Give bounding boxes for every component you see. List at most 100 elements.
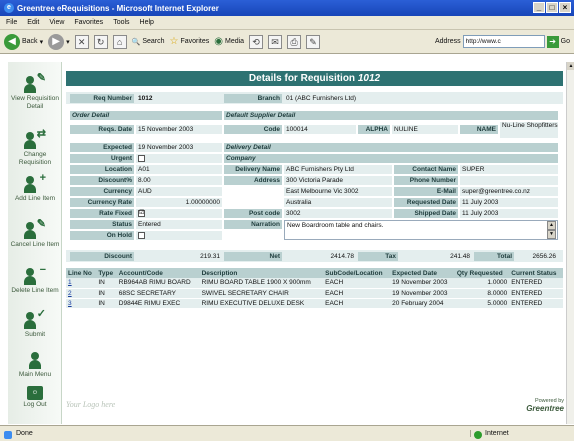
contact-name-value: SUPER xyxy=(460,165,558,174)
greentree-brand: Greentree xyxy=(526,404,564,413)
forward-button[interactable]: ▶ ▾ xyxy=(48,33,70,50)
table-cell: 68SC SECRETARY xyxy=(116,288,200,299)
table-cell: 1.0000 xyxy=(454,278,510,289)
table-cell: D9844E RIMU EXEC xyxy=(116,298,200,309)
your-logo-placeholder: Your Logo here xyxy=(66,400,116,409)
vertical-scrollbar[interactable]: ▲ xyxy=(566,62,574,424)
table-cell: 8.0000 xyxy=(454,288,510,299)
back-button[interactable]: ◀ Back ▾ xyxy=(4,33,43,50)
maximize-button[interactable]: □ xyxy=(546,2,558,13)
on-hold-value xyxy=(136,231,222,240)
menu-bar: File Edit View Favorites Tools Help xyxy=(0,16,574,30)
minimize-button[interactable]: _ xyxy=(533,2,545,13)
table-cell: ENTERED xyxy=(509,298,563,309)
address-input[interactable]: http://www.c xyxy=(462,35,545,48)
search-icon: 🔍 xyxy=(131,38,141,46)
requested-date-label: Requested Date xyxy=(394,198,458,207)
scroll-up-icon[interactable]: ▲ xyxy=(567,62,574,70)
discount-pct-value: 8.00 xyxy=(136,176,222,185)
table-cell: 19 November 2003 xyxy=(390,278,455,289)
log-out-icon: ⏻ xyxy=(27,386,43,400)
edit-icon[interactable]: ✎ xyxy=(306,34,321,49)
sidebar-item-delete-line-item[interactable]: − Delete Line Item xyxy=(8,265,62,295)
search-button[interactable]: 🔍 Search xyxy=(132,38,165,46)
refresh-icon[interactable]: ↻ xyxy=(93,34,108,49)
menu-view[interactable]: View xyxy=(49,19,64,26)
email-label: E-Mail xyxy=(394,187,458,196)
column-header: Expected Date xyxy=(390,268,455,278)
sidebar-item-add-line-item[interactable]: + Add Line Item xyxy=(8,173,62,203)
address-line-2: East Melbourne Vic 3002 xyxy=(284,187,392,196)
address-label: Address xyxy=(434,38,461,45)
column-header: Type xyxy=(96,268,117,278)
sidebar-item-label: Main Menu xyxy=(18,371,52,378)
status-bar: Done Internet xyxy=(0,425,574,441)
media-icon: ◉ xyxy=(214,36,223,47)
menu-edit[interactable]: Edit xyxy=(27,19,39,26)
table-cell: 19 November 2003 xyxy=(390,288,455,299)
table-row: 1 IN RB964AB RIMU BOARD RIMU BOARD TABLE… xyxy=(66,278,563,289)
go-button[interactable]: Go xyxy=(561,38,570,45)
narration-textarea[interactable]: New Boardroom table and chairs. xyxy=(284,220,558,240)
table-cell: 5.0000 xyxy=(454,298,510,309)
media-button[interactable]: ◉ Media xyxy=(214,36,244,47)
table-cell: RB964AB RIMU BOARD xyxy=(116,278,200,289)
delivery-name-label: Delivery Name xyxy=(224,165,282,174)
history-icon[interactable]: ⟲ xyxy=(249,34,264,49)
table-row: 3 IN D9844E RIMU EXEC RIMU EXECUTIVE DEL… xyxy=(66,298,563,309)
menu-file[interactable]: File xyxy=(6,19,17,26)
sidebar-item-submit[interactable]: ✓ Submit xyxy=(8,309,62,339)
menu-tools[interactable]: Tools xyxy=(113,19,129,26)
sidebar-item-log-out[interactable]: ⏻ Log Out xyxy=(8,386,62,409)
menu-favorites[interactable]: Favorites xyxy=(74,19,103,26)
mail-icon[interactable]: ✉ xyxy=(268,34,283,49)
narration-scroll-up-icon[interactable]: ▲ xyxy=(547,221,556,230)
narration-scroll-down-icon[interactable]: ▼ xyxy=(547,230,556,239)
on-hold-label: On Hold xyxy=(70,231,134,240)
sidebar-item-change-requisition[interactable]: ⇄ Change Requisition xyxy=(8,129,62,166)
status-value: Entered xyxy=(136,220,222,229)
rate-fixed-checkbox[interactable]: ☑ xyxy=(138,209,145,217)
sidebar-item-label: Add Line Item xyxy=(14,195,56,202)
req-date-label: Reqs. Date xyxy=(70,125,134,134)
sidebar: ✎ View Requisition Detail ⇄ Change Requi… xyxy=(8,62,62,424)
column-header: Current Status xyxy=(509,268,563,278)
postcode-value: 3002 xyxy=(284,209,392,218)
total-value: 2656.26 xyxy=(516,252,558,261)
requisition-number: 1012 xyxy=(357,73,381,84)
branch-value: 01 (ABC Furnishers Ltd) xyxy=(284,94,558,103)
currency-rate-value: 1.00000000 xyxy=(136,198,222,207)
print-icon[interactable]: ⎙ xyxy=(287,34,302,49)
req-number-label: Req Number xyxy=(70,94,134,103)
column-header: Description xyxy=(199,268,324,278)
menu-help[interactable]: Help xyxy=(140,19,154,26)
urgent-checkbox[interactable] xyxy=(138,154,145,162)
browser-toolbar: ◀ Back ▾ ▶ ▾ ✕ ↻ ⌂ 🔍 Search ☆ Favorites ◉ Me… xyxy=(0,30,574,54)
table-cell: RIMU EXECUTIVE DELUXE DESK xyxy=(199,298,324,309)
currency-label: Currency xyxy=(70,187,134,196)
net-label: Net xyxy=(224,252,282,261)
column-header: Line No xyxy=(66,268,97,278)
requisition-detail-panel: Details for Requisition 1012 xyxy=(66,71,563,89)
go-arrow-icon[interactable]: ➔ xyxy=(546,35,559,48)
on-hold-checkbox[interactable] xyxy=(138,231,145,239)
urgent-value xyxy=(136,154,222,163)
stop-icon[interactable]: ✕ xyxy=(74,34,89,49)
rate-fixed-label: Rate Fixed xyxy=(70,209,134,218)
close-button[interactable]: × xyxy=(559,2,571,13)
sidebar-item-cancel-line-item[interactable]: ✎ Cancel Line Item xyxy=(8,219,62,249)
line-number-link[interactable]: 1 xyxy=(68,279,72,286)
sidebar-item-view-requisition[interactable]: ✎ View Requisition Detail xyxy=(8,73,62,110)
favorites-button[interactable]: ☆ Favorites xyxy=(170,36,210,47)
sidebar-item-main-menu[interactable]: Main Menu xyxy=(8,350,62,379)
line-number-link[interactable]: 2 xyxy=(68,290,72,297)
order-detail-heading: Order Detail xyxy=(70,111,222,120)
delivery-detail-heading: Delivery Detail xyxy=(224,143,558,152)
table-cell: EACH xyxy=(323,278,391,289)
powered-by-logo: Powered by Greentree xyxy=(502,398,564,418)
column-header: Account/Code xyxy=(116,268,200,278)
tax-value: 241.48 xyxy=(400,252,472,261)
home-icon[interactable]: ⌂ xyxy=(112,34,127,49)
line-number-link[interactable]: 3 xyxy=(68,300,72,307)
table-cell: ENTERED xyxy=(509,278,563,289)
